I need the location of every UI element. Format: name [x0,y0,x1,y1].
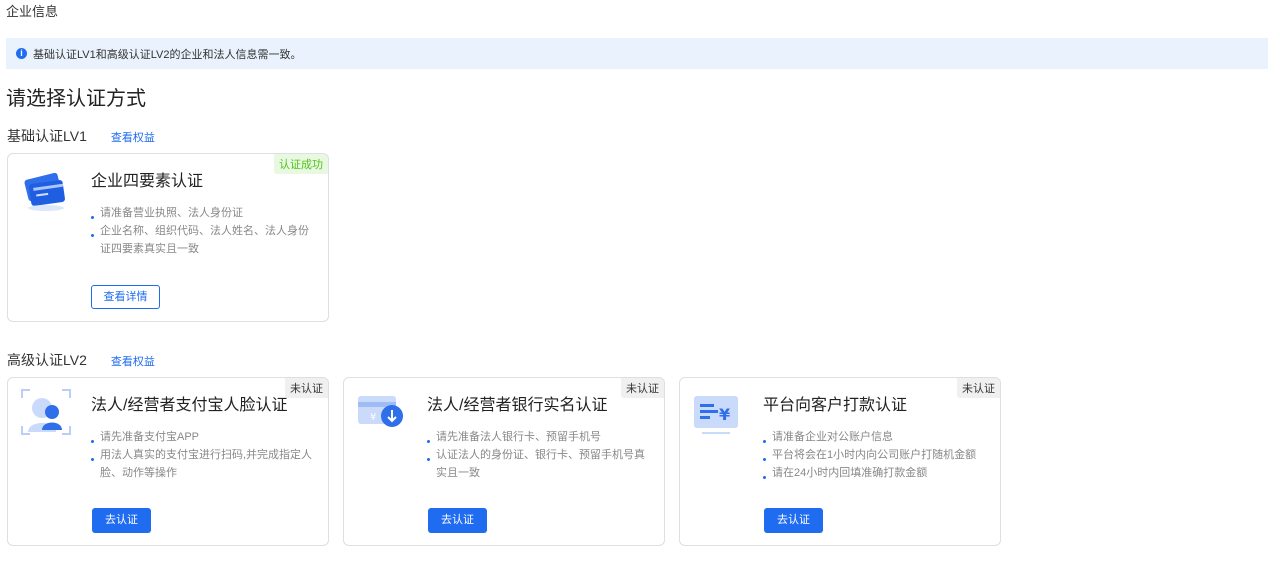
bank-card-user-icon: ¥ [356,386,408,438]
start-auth-button[interactable]: 去认证 [764,508,823,533]
list-item: 请准备企业对公账户信息 [763,428,990,446]
requirement-list: 请准备企业对公账户信息 平台将会在1小时内向公司账户打随机金额 请在24小时内回… [763,428,990,482]
face-scan-icon [20,386,72,438]
section-title: 请选择认证方式 [6,88,146,110]
lv1-benefits-link[interactable]: 查看权益 [111,129,155,145]
card-enterprise-four-elements: 认证成功 企业四要素认证 请准备营业执照、法人身份证 企业名称、组织代码、法人姓… [7,153,329,322]
status-badge: 未认证 [957,378,1000,398]
list-item: 平台将会在1小时内向公司账户打随机金额 [763,446,990,464]
requirement-list: 请准备营业执照、法人身份证 企业名称、组织代码、法人姓名、法人身份证四要素真实且… [91,204,318,258]
list-item: 企业名称、组织代码、法人姓名、法人身份证四要素真实且一致 [91,222,318,258]
start-auth-button[interactable]: 去认证 [428,508,487,533]
page-header-title: 企业信息 [6,4,59,19]
card-title: 平台向客户打款认证 [763,397,908,414]
list-item: 请准备营业执照、法人身份证 [91,204,318,222]
card-title: 法人/经营者支付宝人脸认证 [91,397,288,414]
svg-text:¥: ¥ [370,412,376,423]
list-item: 用法人真实的支付宝进行扫码,并完成指定人脸、动作等操作 [91,446,318,482]
status-badge: 认证成功 [274,154,328,174]
requirement-list: 请先准备支付宝APP 用法人真实的支付宝进行扫码,并完成指定人脸、动作等操作 [91,428,318,482]
list-item: 请先准备法人银行卡、预留手机号 [427,428,654,446]
card-platform-transfer-auth: 未认证 ¥ 平台向客户打款认证 请准备企业对公账户信息 平台将会在1小时内向公司… [679,377,1001,546]
lv1-title: 基础认证LV1 [7,128,87,144]
view-details-button[interactable]: 查看详情 [91,285,160,309]
notice-text: 基础认证LV1和高级认证LV2的企业和法人信息需一致。 [33,48,302,61]
status-badge: 未认证 [285,378,328,398]
id-cards-icon [20,162,72,214]
status-badge: 未认证 [621,378,664,398]
card-title: 企业四要素认证 [91,173,204,190]
info-icon: i [16,48,27,59]
start-auth-button[interactable]: 去认证 [92,508,151,533]
requirement-list: 请先准备法人银行卡、预留手机号 认证法人的身份证、银行卡、预留手机号真实且一致 [427,428,654,482]
list-item: 认证法人的身份证、银行卡、预留手机号真实且一致 [427,446,654,482]
card-title: 法人/经营者银行实名认证 [427,397,608,414]
list-item: 请在24小时内回填准确打款金额 [763,464,990,482]
card-alipay-face-auth: 未认证 法人/经营者支付宝人脸认证 请先准备支付宝APP 用法人真实的支付宝进行… [7,377,329,546]
svg-text:¥: ¥ [719,405,730,424]
notice-bar: i 基础认证LV1和高级认证LV2的企业和法人信息需一致。 [6,38,1268,69]
yuan-transfer-icon: ¥ [692,386,744,438]
lv1-header: 基础认证LV1 查看权益 [7,126,155,146]
list-item: 请先准备支付宝APP [91,428,318,446]
lv2-header: 高级认证LV2 查看权益 [7,350,155,370]
lv2-title: 高级认证LV2 [7,352,87,368]
enterprise-auth-page: 企业信息 i 基础认证LV1和高级认证LV2的企业和法人信息需一致。 请选择认证… [0,0,1280,561]
card-bank-realname-auth: 未认证 ¥ 法人/经营者银行实名认证 请先准备法人银行卡、预留手机号 认证法人的… [343,377,665,546]
lv2-benefits-link[interactable]: 查看权益 [111,353,155,369]
